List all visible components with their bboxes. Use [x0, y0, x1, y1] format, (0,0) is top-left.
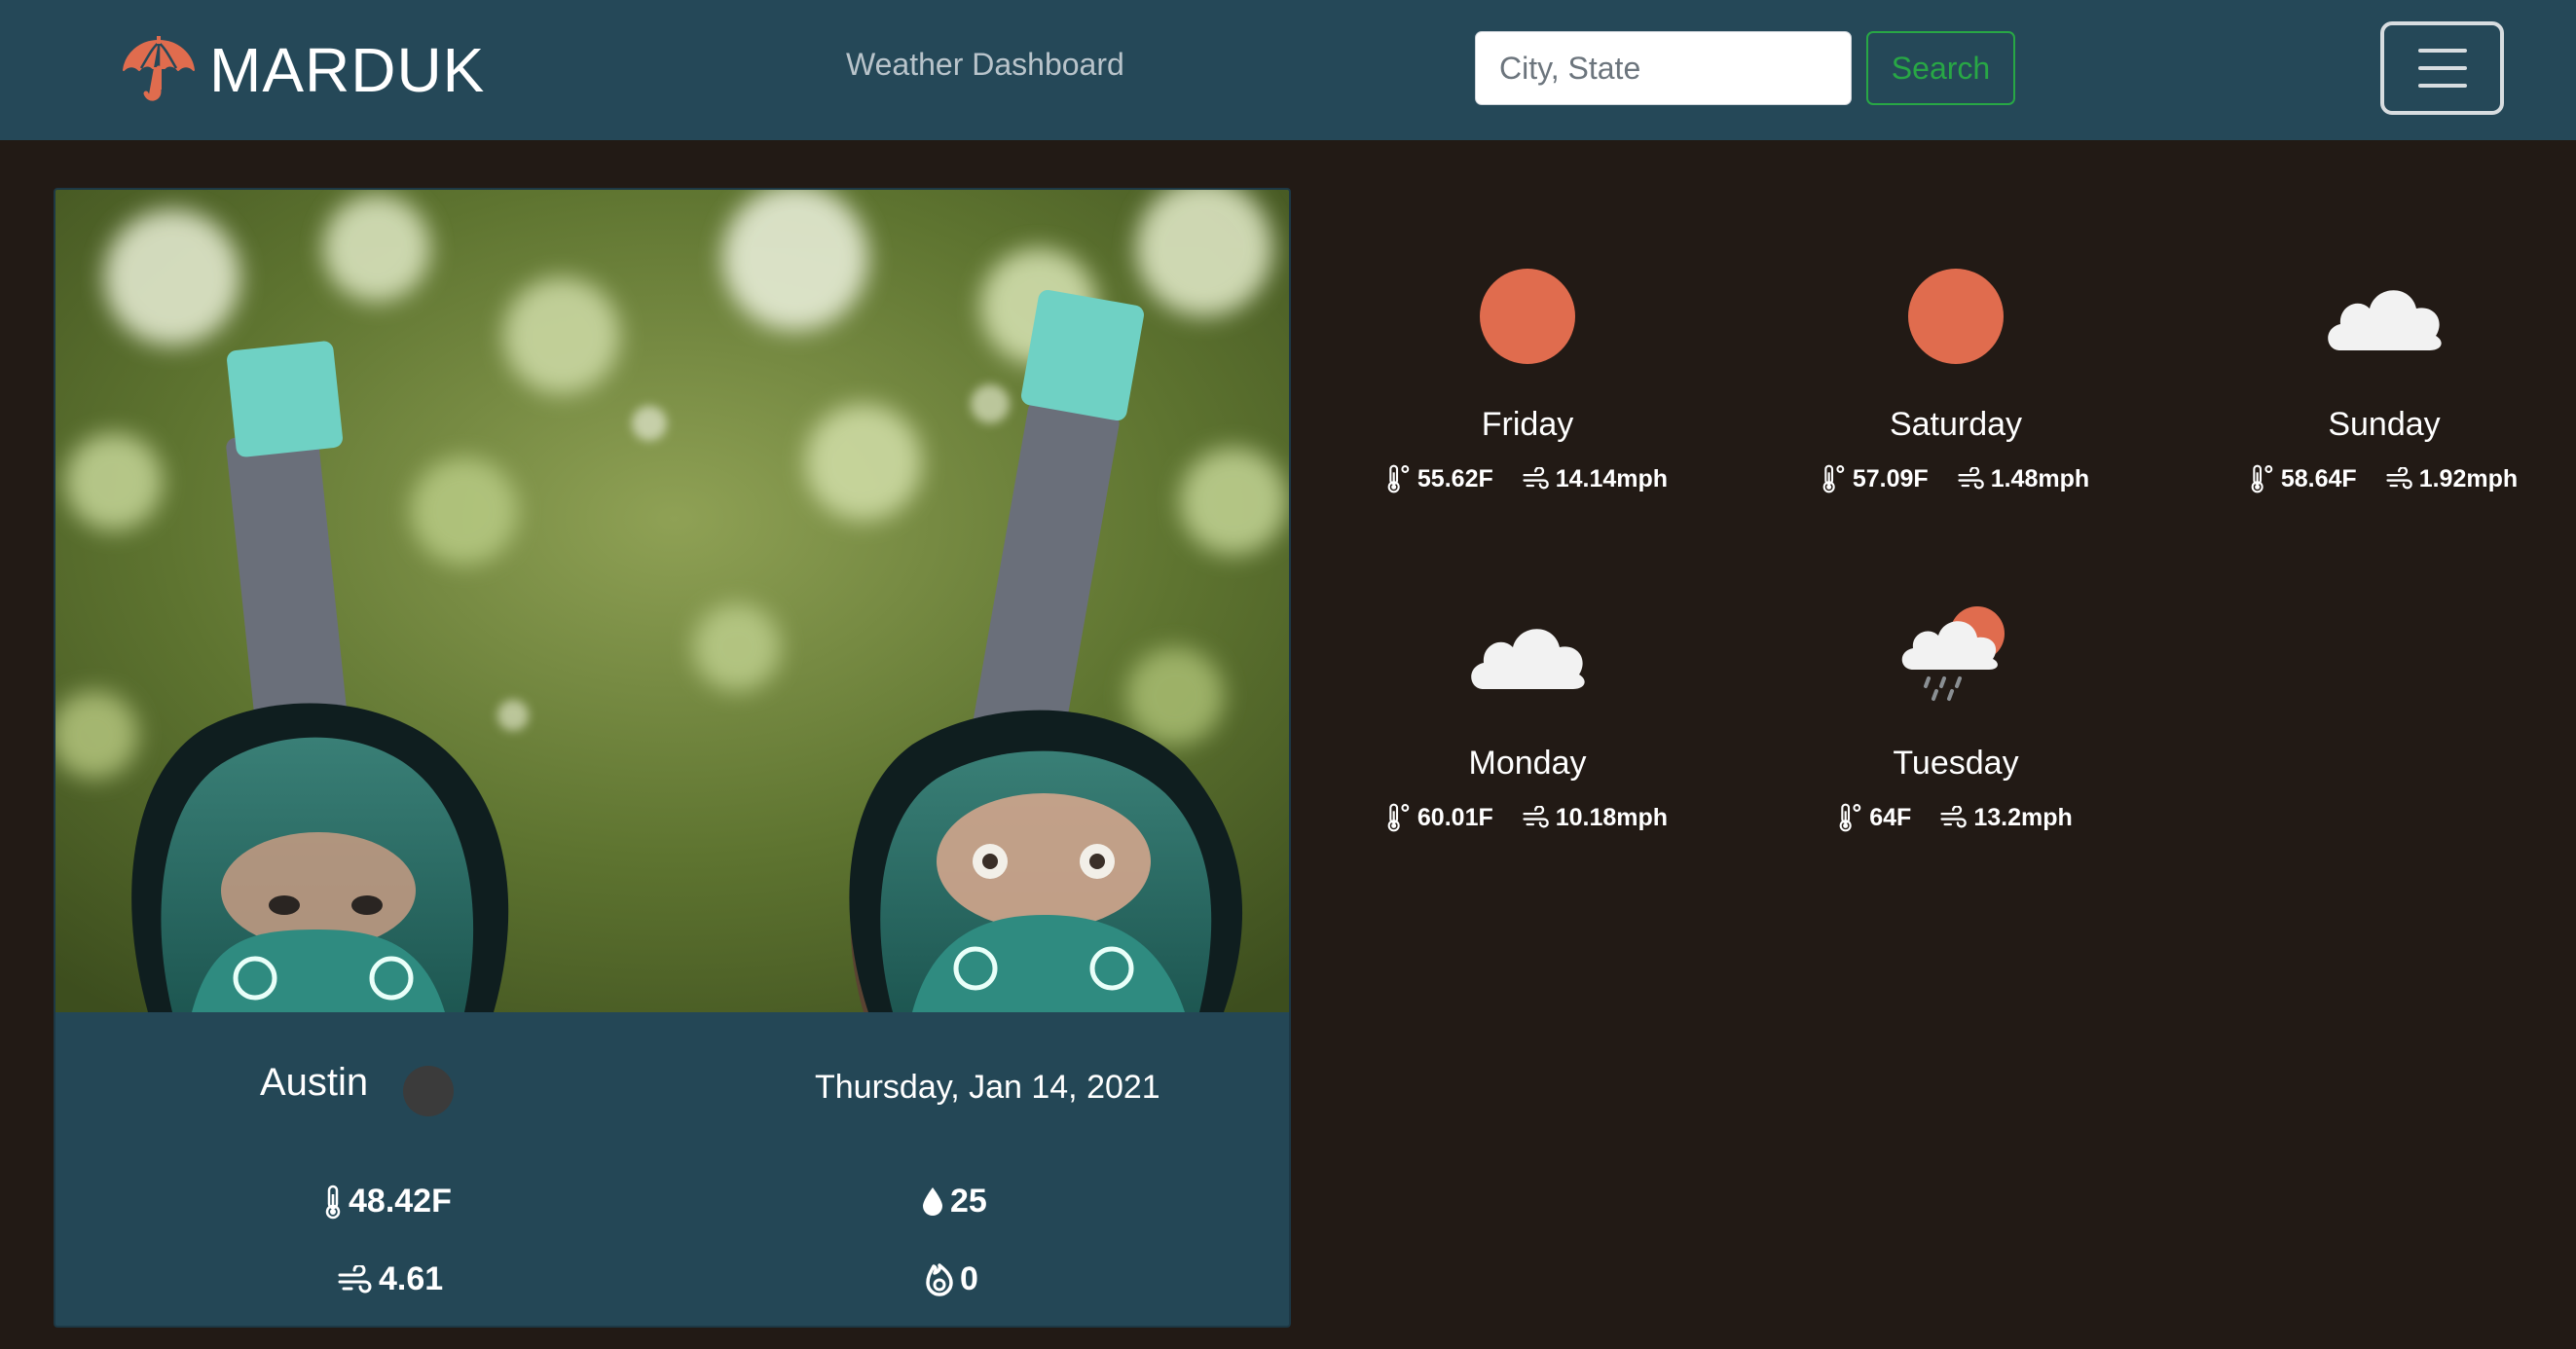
weather-status-icon: [403, 1066, 454, 1116]
city-photo: [55, 190, 1289, 1012]
rain-sun-icon: [1901, 606, 2005, 701]
wind-icon: [1958, 467, 1985, 491]
forecast-temperature: 64F: [1839, 803, 1911, 832]
wind-icon: [1523, 806, 1550, 829]
forecast-wind: 1.48mph: [1958, 464, 2089, 493]
hamburger-icon: [2417, 49, 2467, 53]
sun-icon: [1480, 269, 1575, 364]
forecast-wind: 10.18mph: [1523, 803, 1668, 832]
wind-icon: [338, 1265, 373, 1294]
forecast-day-4: Monday 60.01F 10.18mph: [1381, 597, 1674, 850]
forecast-temperature: 57.09F: [1822, 464, 1929, 493]
sun-icon: [1908, 269, 2004, 364]
thermometer-icon: [323, 1185, 343, 1220]
forecast-day-1: Friday 55.62F 14.14mph: [1381, 258, 1674, 511]
forecast-day-5: Tuesday 64F 13.2mph: [1810, 597, 2102, 850]
thermometer-icon: [1822, 464, 1847, 493]
wind-icon: [1523, 467, 1550, 491]
forecast-day-name: Sunday: [2328, 406, 2441, 443]
forecast-temperature: 60.01F: [1387, 803, 1493, 832]
wind-icon: [1940, 806, 1968, 829]
current-weather-details: Austin Thursday, Jan 14, 2021 48.42F 25 …: [55, 1012, 1289, 1326]
forecast-temperature: 58.64F: [2251, 464, 2357, 493]
menu-toggle-button[interactable]: [2380, 21, 2504, 115]
current-weather-card: Austin Thursday, Jan 14, 2021 48.42F 25 …: [54, 188, 1291, 1328]
navbar: MARDUK Weather Dashboard Search: [0, 0, 2576, 140]
thermometer-icon: [1839, 803, 1863, 832]
humidity-drop-icon: [921, 1186, 944, 1218]
current-uv-index: 0: [925, 1260, 978, 1298]
nav-link-weather-dashboard[interactable]: Weather Dashboard: [846, 47, 1124, 83]
city-search-input[interactable]: [1475, 31, 1852, 105]
forecast-day-name: Saturday: [1889, 406, 2023, 443]
forecast-day-name: Tuesday: [1893, 745, 2019, 782]
cloud-icon: [2328, 290, 2442, 350]
thermometer-icon: [2251, 464, 2275, 493]
forecast-temperature: 55.62F: [1387, 464, 1493, 493]
forecast-day-2: Saturday 57.09F 1.48mph: [1810, 258, 2102, 511]
forecast-day-name: Friday: [1481, 406, 1574, 443]
forecast-wind: 13.2mph: [1940, 803, 2073, 832]
fire-icon: [925, 1263, 954, 1296]
umbrella-icon: [123, 36, 195, 101]
forecast-wind: 14.14mph: [1523, 464, 1668, 493]
current-wind: 4.61: [338, 1260, 443, 1298]
wind-icon: [2386, 467, 2413, 491]
current-temperature: 48.42F: [323, 1183, 452, 1221]
search-button[interactable]: Search: [1866, 31, 2015, 105]
brand-name: MARDUK: [209, 35, 486, 105]
forecast-day-name: Monday: [1468, 745, 1587, 782]
cloud-icon: [1471, 629, 1585, 689]
thermometer-icon: [1387, 464, 1412, 493]
thermometer-icon: [1387, 803, 1412, 832]
forecast-wind: 1.92mph: [2386, 464, 2518, 493]
current-date: Thursday, Jan 14, 2021: [815, 1069, 1160, 1106]
current-humidity: 25: [921, 1183, 987, 1221]
brand-link[interactable]: MARDUK: [122, 29, 485, 111]
forecast-day-3: Sunday 58.64F 1.92mph: [2238, 258, 2530, 511]
city-name: Austin: [260, 1061, 369, 1104]
